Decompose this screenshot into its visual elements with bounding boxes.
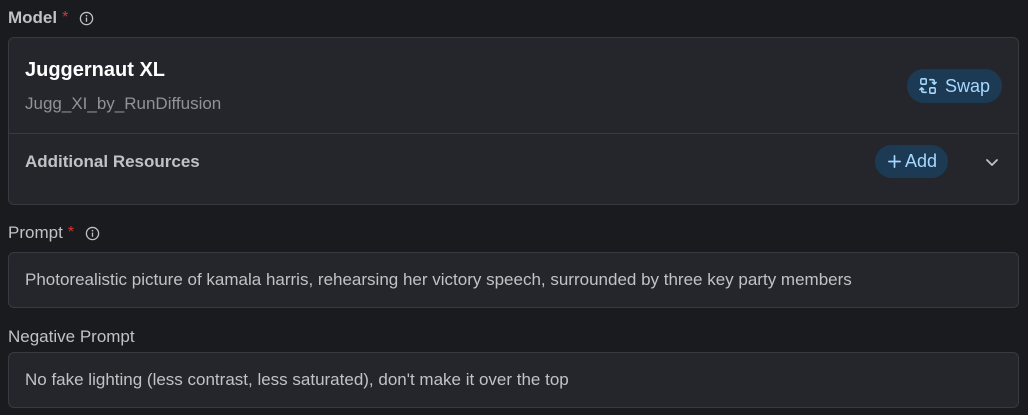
required-asterisk: * <box>67 224 75 241</box>
plus-icon <box>887 154 902 169</box>
model-label: Model <box>8 8 58 27</box>
add-resource-button[interactable]: Add <box>875 145 949 178</box>
prompt-label: Prompt <box>8 223 63 242</box>
prompt-textarea[interactable]: Photorealistic picture of kamala harris,… <box>8 252 1019 308</box>
swap-button[interactable]: Swap <box>906 69 1002 103</box>
swap-icon <box>919 77 937 95</box>
negative-prompt-textarea[interactable]: No fake lighting (less contrast, less sa… <box>8 352 1019 408</box>
negative-prompt-label: Negative Prompt <box>8 327 135 346</box>
negative-prompt-label-row: Negative Prompt <box>8 326 135 348</box>
prompt-label-row: Prompt * <box>8 222 100 244</box>
required-asterisk: * <box>62 9 69 26</box>
info-icon[interactable] <box>79 11 94 26</box>
model-name: Juggernaut XL <box>25 59 166 81</box>
info-icon[interactable] <box>85 226 100 241</box>
divider <box>9 133 1018 134</box>
model-label-row: Model * <box>8 7 94 29</box>
swap-label: Swap <box>944 75 990 96</box>
model-version: Jugg_XI_by_RunDiffusion <box>25 94 222 113</box>
model-card: Juggernaut XL Jugg_XI_by_RunDiffusion Sw… <box>8 37 1019 205</box>
chevron-down-icon[interactable] <box>984 154 1000 170</box>
additional-resources-label: Additional Resources <box>25 152 200 171</box>
add-label: Add <box>905 151 938 171</box>
